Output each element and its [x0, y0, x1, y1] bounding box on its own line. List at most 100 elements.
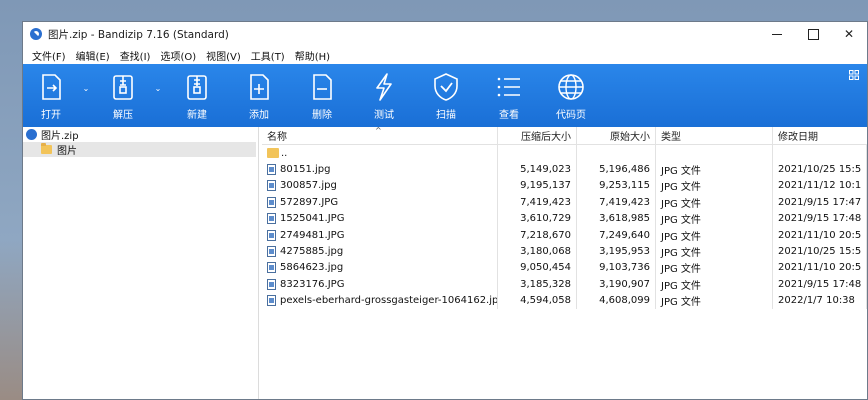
- column-header-modified[interactable]: 修改日期: [773, 127, 867, 144]
- main-content: 图片.zip 图片 ^ 名称 压缩后大小 原始大小 类型 修改日期 .. 801…: [23, 126, 867, 399]
- compressed-size: 3,610,729: [498, 210, 577, 227]
- file-type: JPG 文件: [656, 292, 773, 309]
- original-size: 9,253,115: [577, 177, 656, 195]
- table-row[interactable]: 572897.JPG 7,419,423 7,419,423 JPG 文件 20…: [262, 194, 867, 211]
- original-size: 4,608,099: [577, 292, 656, 309]
- extract-button[interactable]: 解压: [105, 64, 141, 127]
- window-controls: ✕: [759, 22, 867, 46]
- table-row[interactable]: pexels-eberhard-grossgasteiger-1064162.j…: [262, 292, 867, 309]
- cell-empty: [773, 145, 867, 162]
- close-button[interactable]: ✕: [831, 22, 867, 46]
- extract-dropdown[interactable]: ⌄: [153, 64, 163, 127]
- file-name: 5864623.jpg: [280, 262, 344, 274]
- file-type: JPG 文件: [656, 194, 773, 211]
- file-name-cell: 80151.jpg: [262, 161, 498, 178]
- delete-file-icon: [313, 74, 332, 100]
- column-header-original[interactable]: 原始大小: [577, 127, 656, 144]
- tree-item-folder-label: 图片: [57, 146, 77, 157]
- folder-icon: [41, 143, 52, 154]
- delete-button[interactable]: 删除: [304, 64, 340, 127]
- parent-folder-label: ..: [281, 147, 288, 159]
- file-type: JPG 文件: [656, 161, 773, 178]
- table-row[interactable]: 80151.jpg 5,149,023 5,196,486 JPG 文件 202…: [262, 161, 867, 178]
- menu-view[interactable]: 视图(V): [201, 48, 246, 63]
- file-type: JPG 文件: [656, 210, 773, 227]
- table-row[interactable]: 8323176.JPG 3,185,328 3,190,907 JPG 文件 2…: [262, 276, 867, 293]
- scan-label: 扫描: [436, 110, 456, 121]
- file-name: 2749481.JPG: [280, 229, 345, 241]
- tree-item-folder[interactable]: 图片: [23, 142, 256, 157]
- tree-item-archive[interactable]: 图片.zip: [23, 127, 258, 142]
- maximize-button[interactable]: [795, 22, 831, 46]
- file-name: 1525041.JPG: [280, 213, 345, 225]
- view-button[interactable]: 查看: [491, 64, 527, 127]
- modified-date: 2021/11/12 10:1: [773, 177, 867, 195]
- bandizip-window: 图片.zip - Bandizip 7.16 (Standard) ✕ 文件(F…: [22, 21, 868, 400]
- chevron-down-icon: ⌄: [82, 84, 90, 93]
- archive-icon: [26, 129, 37, 140]
- test-label: 测试: [374, 110, 394, 121]
- menu-edit[interactable]: 编辑(E): [71, 48, 115, 63]
- globe-icon: [558, 74, 584, 100]
- menu-find[interactable]: 查找(I): [115, 48, 156, 63]
- shield-icon: [434, 73, 458, 101]
- compressed-size: 7,419,423: [498, 194, 577, 211]
- menu-options[interactable]: 选项(O): [155, 48, 201, 63]
- modified-date: 2021/11/10 20:5: [773, 226, 867, 244]
- file-name-cell: 4275885.jpg: [262, 243, 498, 260]
- parent-folder-row[interactable]: ..: [262, 145, 867, 162]
- sort-ascending-icon: ^: [375, 126, 382, 135]
- file-name-cell: 1525041.JPG: [262, 210, 498, 227]
- file-name-cell: 300857.jpg: [262, 177, 498, 195]
- table-row[interactable]: 2749481.JPG 7,218,670 7,249,640 JPG 文件 2…: [262, 226, 867, 244]
- column-header-compressed[interactable]: 压缩后大小: [498, 127, 577, 144]
- menu-file[interactable]: 文件(F): [27, 48, 71, 63]
- image-file-icon: [267, 229, 276, 241]
- compressed-size: 4,594,058: [498, 292, 577, 309]
- minimize-button[interactable]: [759, 22, 795, 46]
- compressed-size: 9,050,454: [498, 259, 577, 277]
- cell-empty: [498, 145, 577, 162]
- window-title: 图片.zip - Bandizip 7.16 (Standard): [48, 28, 229, 41]
- table-row[interactable]: 300857.jpg 9,195,137 9,253,115 JPG 文件 20…: [262, 177, 867, 195]
- title-bar: 图片.zip - Bandizip 7.16 (Standard) ✕: [23, 22, 867, 46]
- menu-tools[interactable]: 工具(T): [246, 48, 290, 63]
- modified-date: 2021/10/25 15:5: [773, 243, 867, 260]
- extract-icon: [113, 75, 133, 100]
- new-button[interactable]: 新建: [179, 64, 215, 127]
- folder-up-icon: [267, 148, 279, 159]
- menu-help[interactable]: 帮助(H): [290, 48, 335, 63]
- codepage-label: 代码页: [556, 110, 586, 121]
- test-button[interactable]: 测试: [366, 64, 402, 127]
- toolbar: 打开 ⌄ 解压 ⌄ 新建 添加 删除 测试 扫描 查看 代码页: [23, 64, 867, 127]
- open-dropdown[interactable]: ⌄: [81, 64, 91, 127]
- parent-folder-cell: ..: [262, 145, 498, 162]
- file-name: 572897.JPG: [280, 196, 339, 208]
- table-row[interactable]: 1525041.JPG 3,610,729 3,618,985 JPG 文件 2…: [262, 210, 867, 227]
- image-file-icon: [267, 180, 276, 192]
- open-button[interactable]: 打开: [33, 64, 69, 127]
- image-file-icon: [267, 262, 276, 274]
- layout-grid-icon[interactable]: [849, 70, 859, 80]
- file-name-cell: 572897.JPG: [262, 194, 498, 211]
- add-button[interactable]: 添加: [241, 64, 277, 127]
- compressed-size: 7,218,670: [498, 226, 577, 244]
- modified-date: 2021/9/15 17:48: [773, 276, 867, 293]
- file-name: 4275885.jpg: [280, 246, 344, 258]
- add-file-icon: [250, 74, 269, 100]
- file-list-header: ^ 名称 压缩后大小 原始大小 类型 修改日期: [262, 126, 867, 145]
- table-row[interactable]: 5864623.jpg 9,050,454 9,103,736 JPG 文件 2…: [262, 259, 867, 277]
- modified-date: 2022/1/7 10:38: [773, 292, 867, 309]
- image-file-icon: [267, 196, 276, 208]
- file-name-cell: 5864623.jpg: [262, 259, 498, 277]
- codepage-button[interactable]: 代码页: [551, 64, 591, 127]
- image-file-icon: [267, 164, 276, 176]
- scan-button[interactable]: 扫描: [428, 64, 464, 127]
- compressed-size: 9,195,137: [498, 177, 577, 195]
- image-file-icon: [267, 246, 276, 258]
- file-list: ^ 名称 压缩后大小 原始大小 类型 修改日期 .. 80151.jpg 5,1…: [262, 126, 867, 399]
- modified-date: 2021/10/25 15:5: [773, 161, 867, 178]
- original-size: 9,103,736: [577, 259, 656, 277]
- table-row[interactable]: 4275885.jpg 3,180,068 3,195,953 JPG 文件 2…: [262, 243, 867, 260]
- column-header-type[interactable]: 类型: [656, 127, 773, 144]
